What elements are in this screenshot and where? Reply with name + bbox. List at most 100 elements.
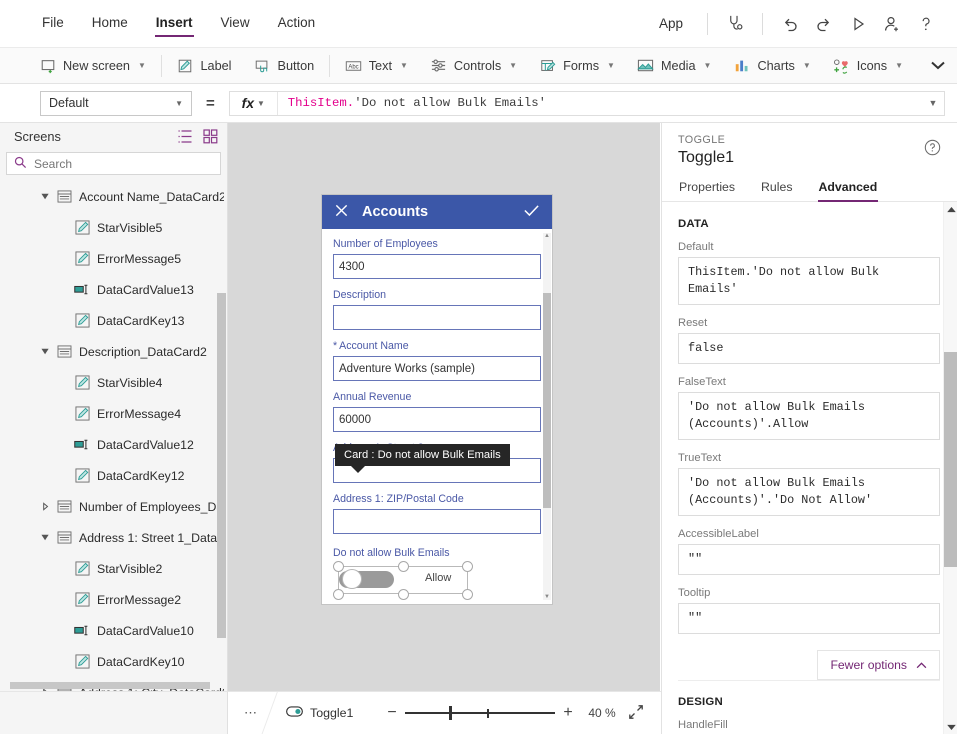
- ribbon-button-control[interactable]: Button: [243, 51, 326, 81]
- health-check-icon[interactable]: [718, 7, 752, 41]
- thumbnail-view-icon[interactable]: [203, 128, 219, 144]
- tab-rules[interactable]: Rules: [760, 177, 793, 201]
- ribbon-text-group[interactable]: Abc Text ▼: [334, 51, 419, 81]
- resize-handle-s[interactable]: [398, 589, 409, 600]
- field-input[interactable]: 60000: [333, 407, 541, 432]
- tab-properties[interactable]: Properties: [678, 177, 736, 201]
- tree-node-starvisible4[interactable]: StarVisible4: [0, 367, 227, 398]
- tree-node-starvisible2[interactable]: StarVisible2: [0, 553, 227, 584]
- property-value-input[interactable]: ThisItem.'Do not allow Bulk Emails': [678, 257, 940, 305]
- tree-horizontal-scrollbar[interactable]: [10, 682, 210, 689]
- property-value-input[interactable]: "": [678, 544, 940, 575]
- properties-scrollbar[interactable]: [943, 202, 957, 734]
- field-input[interactable]: [333, 509, 541, 534]
- twisty-expanded-icon[interactable]: [36, 522, 54, 553]
- tree-node-number-of-employees-data[interactable]: Number of Employees_Data: [0, 491, 227, 522]
- form-vertical-scrollbar[interactable]: ▲ ▼: [543, 233, 551, 600]
- resize-handle-sw[interactable]: [333, 589, 344, 600]
- twisty-collapsed-icon[interactable]: [36, 491, 54, 522]
- help-icon[interactable]: [909, 7, 943, 41]
- menu-item-insert[interactable]: Insert: [144, 9, 205, 38]
- scrollbar-thumb[interactable]: [944, 352, 957, 567]
- scroll-up-arrow[interactable]: [944, 202, 957, 217]
- tree-node-datacardkey10[interactable]: DataCardKey10: [0, 646, 227, 677]
- tree-node-address-1-street-1-datacar[interactable]: Address 1: Street 1_DataCar: [0, 522, 227, 553]
- tree-node-datacardvalue10[interactable]: DataCardValue10: [0, 615, 227, 646]
- label-control-icon: [72, 212, 92, 243]
- scroll-up-arrow[interactable]: ▲: [544, 233, 550, 239]
- field-input[interactable]: [333, 305, 541, 330]
- property-tooltip: Tooltip "": [678, 587, 940, 634]
- tree-node-account-name-datacard2[interactable]: Account Name_DataCard2: [0, 181, 227, 212]
- zoom-in-button[interactable]: +: [555, 704, 581, 722]
- tree-node-errormessage4[interactable]: ErrorMessage4: [0, 398, 227, 429]
- search-input[interactable]: Search: [6, 152, 221, 175]
- ribbon-overflow-button[interactable]: [914, 51, 957, 81]
- field-input[interactable]: Adventure Works (sample): [333, 356, 541, 381]
- tree-node-datacardkey13[interactable]: DataCardKey13: [0, 305, 227, 336]
- formula-input-container[interactable]: fx ▼ ThisItem.'Do not allow Bulk Emails'…: [228, 90, 945, 116]
- toggle-handle[interactable]: [343, 570, 361, 588]
- slider-handle[interactable]: [449, 706, 452, 720]
- scroll-down-arrow[interactable]: [944, 719, 957, 734]
- ribbon-label-control[interactable]: Label: [165, 51, 242, 81]
- tree-view-icon[interactable]: [177, 129, 193, 144]
- check-icon[interactable]: [523, 203, 540, 221]
- property-value-input[interactable]: false: [678, 333, 940, 364]
- field-input[interactable]: 4300: [333, 254, 541, 279]
- zoom-slider[interactable]: [405, 706, 555, 720]
- help-circle-icon[interactable]: [924, 139, 941, 159]
- property-select[interactable]: Default ▼: [40, 90, 192, 116]
- share-person-icon[interactable]: [875, 7, 909, 41]
- search-icon: [14, 156, 27, 172]
- divider: [707, 12, 708, 35]
- ribbon-new-screen[interactable]: New screen ▼: [28, 51, 157, 81]
- breadcrumb[interactable]: Toggle1: [270, 706, 353, 720]
- tree-node-starvisible5[interactable]: StarVisible5: [0, 212, 227, 243]
- fit-screen-icon[interactable]: [623, 704, 649, 723]
- ribbon-charts-group[interactable]: Charts ▼: [722, 51, 821, 81]
- tree-node-label: StarVisible2: [97, 561, 163, 576]
- menu-item-action[interactable]: Action: [266, 9, 328, 38]
- tab-advanced[interactable]: Advanced: [817, 177, 879, 202]
- ribbon-forms-group[interactable]: Forms ▼: [528, 51, 626, 81]
- zoom-out-button[interactable]: −: [379, 704, 405, 722]
- chevron-down-icon: ▼: [400, 61, 408, 70]
- scrollbar-thumb[interactable]: [543, 293, 551, 508]
- play-preview-icon[interactable]: [841, 7, 875, 41]
- tree-node-datacardvalue13[interactable]: DataCardValue13: [0, 274, 227, 305]
- tree-node-datacardvalue12[interactable]: DataCardValue12: [0, 429, 227, 460]
- scroll-down-arrow[interactable]: ▼: [544, 594, 550, 600]
- undo-icon[interactable]: [773, 7, 807, 41]
- menu-item-file[interactable]: File: [30, 9, 76, 38]
- fewer-options-button[interactable]: Fewer options: [817, 650, 940, 680]
- resize-handle-ne[interactable]: [462, 561, 473, 572]
- ribbon-icons-group[interactable]: Icons ▼: [822, 51, 914, 81]
- twisty-expanded-icon[interactable]: [36, 336, 54, 367]
- menu-item-home[interactable]: Home: [80, 9, 140, 38]
- twisty-expanded-icon[interactable]: [36, 181, 54, 212]
- menu-item-view[interactable]: View: [209, 9, 262, 38]
- tree-node-description-datacard2[interactable]: Description_DataCard2: [0, 336, 227, 367]
- tree-node-errormessage5[interactable]: ErrorMessage5: [0, 243, 227, 274]
- property-value-input[interactable]: 'Do not allow Bulk Emails (Accounts)'.'D…: [678, 468, 940, 516]
- resize-handle-nw[interactable]: [333, 561, 344, 572]
- tree-node-datacardkey12[interactable]: DataCardKey12: [0, 460, 227, 491]
- redo-icon[interactable]: [807, 7, 841, 41]
- ellipsis-icon[interactable]: ⋯: [228, 705, 269, 721]
- charts-icon: [733, 57, 750, 74]
- fx-button[interactable]: fx ▼: [230, 91, 278, 115]
- ribbon-controls-group[interactable]: Controls ▼: [419, 51, 528, 81]
- ribbon-media-group[interactable]: Media ▼: [626, 51, 722, 81]
- formula-input[interactable]: ThisItem.'Do not allow Bulk Emails': [278, 96, 922, 110]
- resize-handle-n[interactable]: [398, 561, 409, 572]
- close-icon[interactable]: [334, 203, 349, 221]
- tree-node-errormessage2[interactable]: ErrorMessage2: [0, 584, 227, 615]
- formula-expand-icon[interactable]: ▼: [922, 98, 944, 108]
- tree-vertical-scrollbar[interactable]: [217, 293, 226, 638]
- property-value-input[interactable]: "": [678, 603, 940, 634]
- resize-handle-se[interactable]: [462, 589, 473, 600]
- property-value-input[interactable]: 'Do not allow Bulk Emails (Accounts)'.Al…: [678, 392, 940, 440]
